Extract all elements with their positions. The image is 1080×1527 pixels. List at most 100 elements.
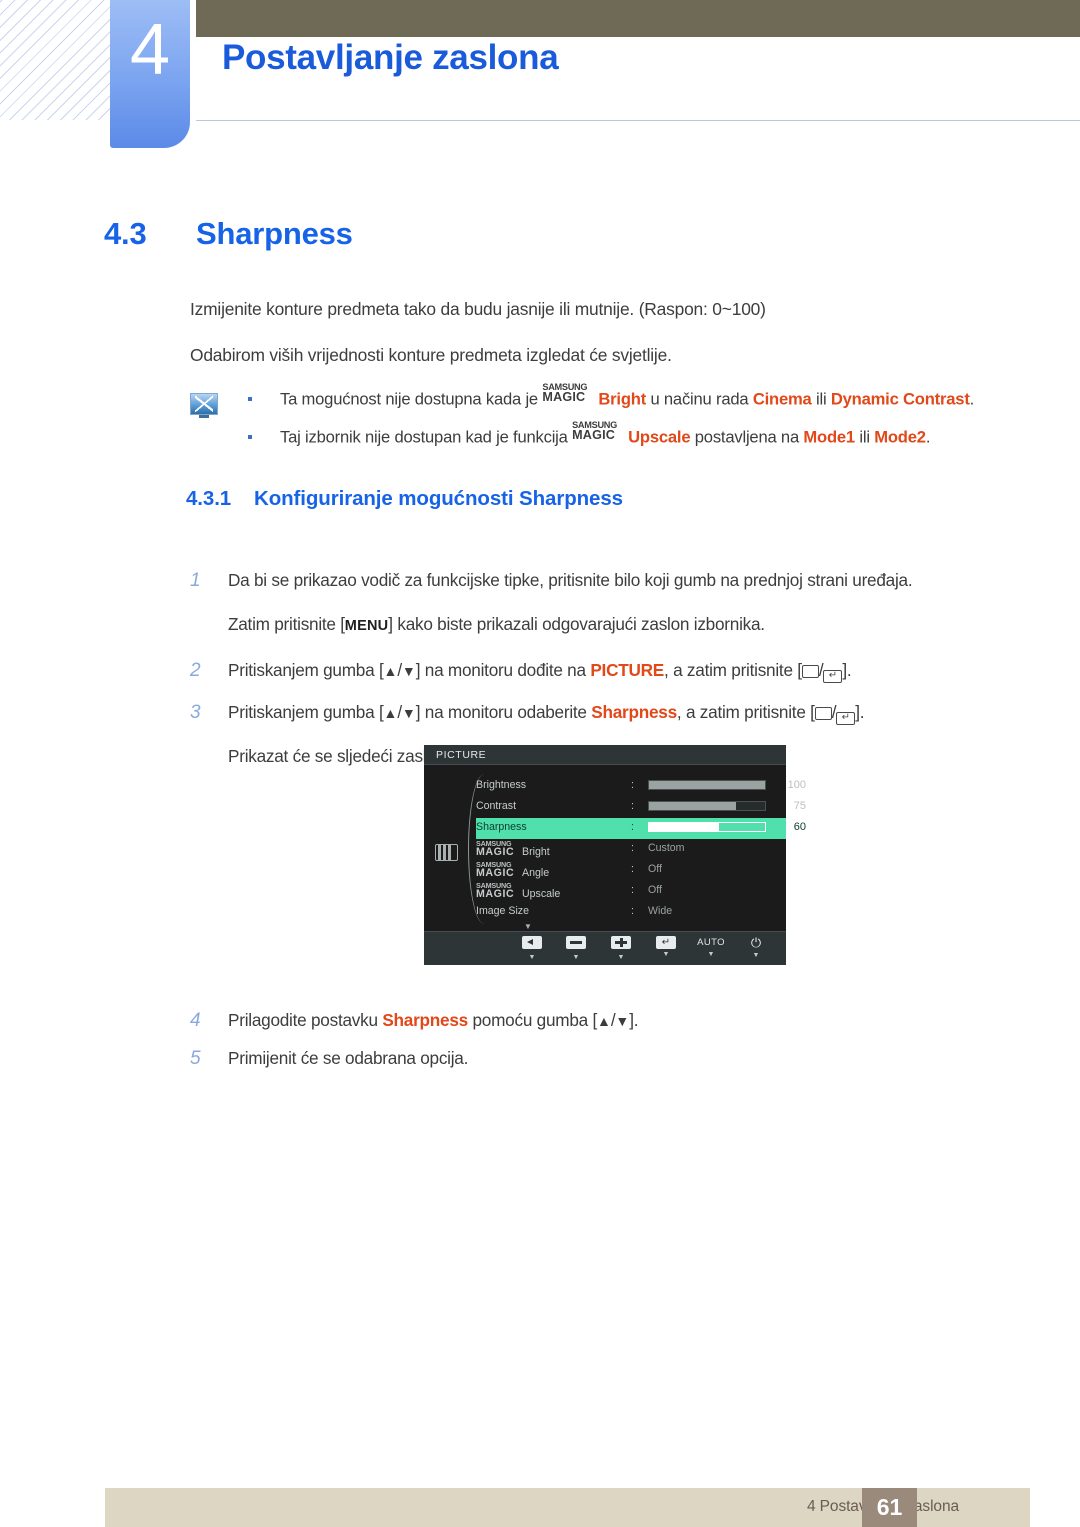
step-3-post: ]. xyxy=(855,702,865,722)
osd-label: Brightness xyxy=(476,779,527,791)
osd-value-sharpness: 60 xyxy=(793,821,806,833)
osd-button-power[interactable]: ⏻ ▼ xyxy=(736,936,776,959)
osd-row-magic-bright[interactable]: SAMSUNG MAGIC Bright : Custom xyxy=(476,839,786,860)
osd-slider-brightness[interactable] xyxy=(648,780,766,790)
osd-colon: : xyxy=(631,884,634,896)
subsection-title: Konfiguriranje mogućnosti Sharpness xyxy=(254,487,623,510)
osd-title-label: PICTURE xyxy=(436,749,487,761)
footer-page-number: 61 xyxy=(862,1488,917,1527)
osd-samsung-magic-logo: SAMSUNG MAGIC Upscale xyxy=(476,881,626,902)
osd-button-bar: ▼ ▼ ▼ ↵ ▼ AUTO ▼ ⏻ ▼ xyxy=(424,931,786,965)
samsung-magic-logo: SAMSUNG MAGIC xyxy=(572,420,628,443)
step-4-accent-sharpness: Sharpness xyxy=(382,1010,468,1030)
window-icon xyxy=(814,707,832,720)
caret-down-icon: ▼ xyxy=(617,954,625,961)
return-icon: ↵ xyxy=(823,670,843,683)
section-number: 4.3 xyxy=(104,216,147,251)
note-bullet-item: Ta mogućnost nije dostupna kada je SAMSU… xyxy=(186,382,1016,410)
osd-label: Contrast xyxy=(476,800,517,812)
osd-button-back[interactable]: ▼ xyxy=(512,936,552,961)
note-text-between: ili xyxy=(811,389,831,409)
step-4-number: 4 xyxy=(190,1010,201,1031)
step-5: 5 Primijenit će se odabrana opcija. xyxy=(190,1046,468,1072)
up-arrow-icon: ▲ xyxy=(597,1013,611,1029)
note-bullet-item: Taj izbornik nije dostupan kad je funkci… xyxy=(186,420,1016,448)
osd-button-auto[interactable]: AUTO ▼ xyxy=(691,936,731,958)
osd-colon: : xyxy=(631,779,634,791)
magic-bottom-text: MAGIC xyxy=(476,888,515,900)
caret-down-icon: ▼ xyxy=(662,951,670,958)
step-1-text: Da bi se prikazao vodič za funkcijske ti… xyxy=(228,570,913,590)
magic-bottom-text: MAGIC xyxy=(476,867,515,879)
step-4-mid: pomoću gumba [ xyxy=(467,1010,598,1030)
menu-keycap: MENU xyxy=(344,618,389,634)
step-2-mid: ] na monitoru dođite na xyxy=(415,660,591,680)
step-3-number: 3 xyxy=(190,702,201,723)
note-text-post: . xyxy=(925,427,931,447)
osd-row-contrast[interactable]: Contrast : 75 xyxy=(476,797,806,818)
step-3-mid2: , a zatim pritisnite [ xyxy=(676,702,815,722)
header-olive-bar xyxy=(196,0,1080,37)
paragraph-description: Odabirom viših vrijednosti konture predm… xyxy=(190,345,672,365)
osd-scroll-down-icon[interactable]: ▼ xyxy=(524,922,532,931)
note-text-post: . xyxy=(969,389,975,409)
note-text-pre: Taj izbornik nije dostupan kad je funkci… xyxy=(280,427,573,447)
osd-colon: : xyxy=(631,800,634,812)
osd-samsung-magic-logo: SAMSUNG MAGIC Angle xyxy=(476,860,626,881)
note-text-pre: Ta mogućnost nije dostupna kada je xyxy=(280,389,543,409)
note-accent-cinema: Cinema xyxy=(752,389,812,409)
return-icon: ↵ xyxy=(836,712,856,725)
step-2-post: ]. xyxy=(842,660,852,680)
down-arrow-icon: ▼ xyxy=(401,705,416,721)
step-2-number: 2 xyxy=(190,660,201,681)
osd-slider-contrast[interactable] xyxy=(648,801,766,811)
substep-pre: Zatim pritisnite [ xyxy=(228,614,345,634)
step-3-substep: Prikazat će se sljedeći zaslon. xyxy=(228,746,450,766)
step-1: 1 Da bi se prikazao vodič za funkcijske t… xyxy=(190,568,913,594)
note-magic-word: Upscale xyxy=(628,427,691,447)
osd-slider-sharpness[interactable] xyxy=(648,822,766,832)
osd-label: Bright xyxy=(522,846,550,858)
subsection-heading: 4.3.1 Konfiguriranje mogućnosti Sharpness xyxy=(186,487,623,511)
minus-icon xyxy=(566,936,586,949)
osd-row-image-size[interactable]: Image Size : Wide xyxy=(476,902,786,923)
step-4: 4 Prilagodite postavku Sharpness pomoću g… xyxy=(190,1008,639,1034)
step-3-accent-sharpness: Sharpness xyxy=(591,702,677,722)
step-2: 2 Pritiskanjem gumba [▲/▼] na monitoru do… xyxy=(190,658,852,684)
caret-down-icon: ▼ xyxy=(572,954,580,961)
step-5-text: Primijenit će se odabrana opcija. xyxy=(228,1048,469,1068)
substep-post: ] kako biste prikazali odgovarajući zasl… xyxy=(388,614,765,634)
osd-body: Brightness : 100 Contrast : 75 Sharpness… xyxy=(424,766,806,931)
note-text-mid: u načinu rada xyxy=(646,389,753,409)
step-2-accent-picture: PICTURE xyxy=(590,660,665,680)
subsection-number: 4.3.1 xyxy=(186,487,232,510)
enter-return-icon: ↵ xyxy=(656,936,676,949)
step-3: 3 Pritiskanjem gumba [▲/▼] na monitoru od… xyxy=(190,700,865,726)
header-divider xyxy=(196,120,1080,121)
window-icon xyxy=(801,665,819,678)
bullet-point-icon xyxy=(248,435,252,440)
osd-screenshot: PICTURE Brightness : 100 Contrast : 75 S… xyxy=(424,745,806,965)
osd-button-minus[interactable]: ▼ xyxy=(556,936,596,961)
osd-value-magic-bright: Custom xyxy=(648,842,685,854)
osd-value-magic-angle: Off xyxy=(648,863,662,875)
step-3-mid: ] na monitoru odaberite xyxy=(415,702,592,722)
step-1-substep: Zatim pritisnite [MENU] kako biste prika… xyxy=(228,613,765,637)
caret-down-icon: ▼ xyxy=(707,951,715,958)
up-arrow-icon: ▲ xyxy=(383,663,398,679)
osd-value-magic-upscale: Off xyxy=(648,884,662,896)
osd-label: Image Size xyxy=(476,905,529,917)
osd-button-enter[interactable]: ↵ ▼ xyxy=(646,936,686,958)
auto-label: AUTO xyxy=(697,937,725,948)
step-2-pre: Pritiskanjem gumba [ xyxy=(228,660,384,680)
up-arrow-icon: ▲ xyxy=(383,705,398,721)
osd-row-sharpness-selected[interactable]: Sharpness : 60 xyxy=(476,818,806,839)
osd-row-magic-angle[interactable]: SAMSUNG MAGIC Angle : Off xyxy=(476,860,786,881)
osd-button-plus[interactable]: ▼ xyxy=(601,936,641,961)
osd-row-brightness[interactable]: Brightness : 100 xyxy=(476,776,806,797)
paragraph-range: Izmijenite konture predmeta tako da budu… xyxy=(190,299,766,319)
caret-down-icon: ▼ xyxy=(752,952,760,959)
osd-row-magic-upscale[interactable]: SAMSUNG MAGIC Upscale : Off xyxy=(476,881,786,902)
back-arrow-icon xyxy=(522,936,542,949)
step-4-pre: Prilagodite postavku xyxy=(228,1010,383,1030)
